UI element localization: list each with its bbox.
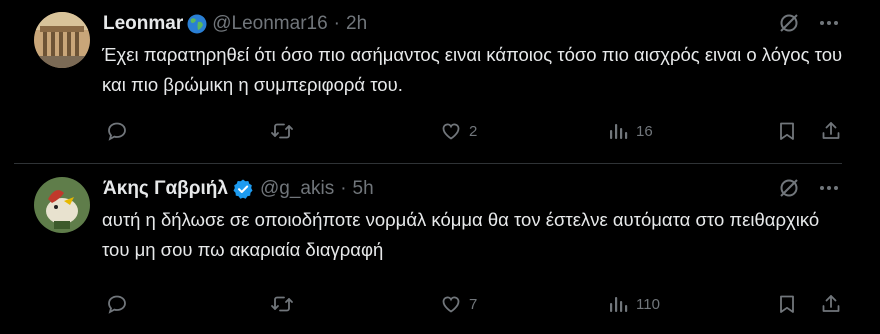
retweet-icon <box>271 123 293 139</box>
like-button[interactable]: 7 <box>440 290 477 318</box>
bookmark-icon <box>780 122 794 140</box>
share-icon <box>822 122 840 139</box>
display-name[interactable]: Leonmar <box>103 13 183 35</box>
like-count: 2 <box>469 122 478 140</box>
reply-icon <box>108 295 126 314</box>
separator: · <box>333 13 340 34</box>
avatar[interactable] <box>34 177 90 233</box>
tweet[interactable]: Άκης Γαβριήλ @g_akis · 5h αυτή η δήλωσε … <box>20 165 842 334</box>
retweet-button[interactable] <box>270 290 301 318</box>
heart-icon <box>442 123 460 140</box>
display-name[interactable]: Άκης Γαβριήλ <box>103 178 228 200</box>
reply-button[interactable] <box>106 290 135 318</box>
timestamp[interactable]: 5h <box>353 178 374 200</box>
separator: · <box>340 178 347 199</box>
globe-icon <box>186 13 208 35</box>
bookmark-button[interactable] <box>776 290 798 318</box>
verified-badge-icon <box>232 178 254 200</box>
share-icon <box>822 295 840 312</box>
analytics-icon <box>610 297 628 312</box>
grok-icon[interactable] <box>776 175 802 201</box>
reply-button[interactable] <box>106 117 135 145</box>
timestamp[interactable]: 2h <box>346 13 367 35</box>
share-button[interactable] <box>820 290 842 318</box>
tweet-text: Έχει παρατηρηθεί ότι όσο πιο ασήμαντος ε… <box>102 44 843 95</box>
more-options-icon[interactable] <box>816 10 842 36</box>
share-button[interactable] <box>820 117 842 145</box>
handle[interactable]: @g_akis <box>260 178 334 200</box>
bookmark-icon <box>780 295 794 313</box>
view-count: 16 <box>636 122 653 140</box>
heart-icon <box>442 296 460 313</box>
tweet[interactable]: Leonmar @Leonmar16 · 2h Έχει παρατηρηθεί… <box>20 0 842 163</box>
tweet-text: αυτή η δήλωσε σε οποιοδήποτε νορμάλ κόμμ… <box>102 209 820 260</box>
views-button[interactable]: 16 <box>607 117 653 145</box>
action-bar: 2 16 <box>106 117 842 145</box>
more-options-icon[interactable] <box>816 175 842 201</box>
like-button[interactable]: 2 <box>440 117 477 145</box>
reply-icon <box>108 122 126 141</box>
grok-icon[interactable] <box>776 10 802 36</box>
divider <box>14 163 842 164</box>
bookmark-button[interactable] <box>776 117 798 145</box>
tweet-header: Άκης Γαβριήλ @g_akis · 5h <box>103 177 374 201</box>
analytics-icon <box>610 124 628 139</box>
retweet-icon <box>271 296 293 312</box>
action-bar: 7 110 <box>106 290 842 318</box>
retweet-button[interactable] <box>270 117 301 145</box>
view-count: 110 <box>636 295 660 313</box>
handle[interactable]: @Leonmar16 <box>212 13 327 35</box>
like-count: 7 <box>469 295 478 313</box>
tweet-header: Leonmar @Leonmar16 · 2h <box>103 12 367 36</box>
avatar[interactable] <box>34 12 90 68</box>
views-button[interactable]: 110 <box>607 290 660 318</box>
